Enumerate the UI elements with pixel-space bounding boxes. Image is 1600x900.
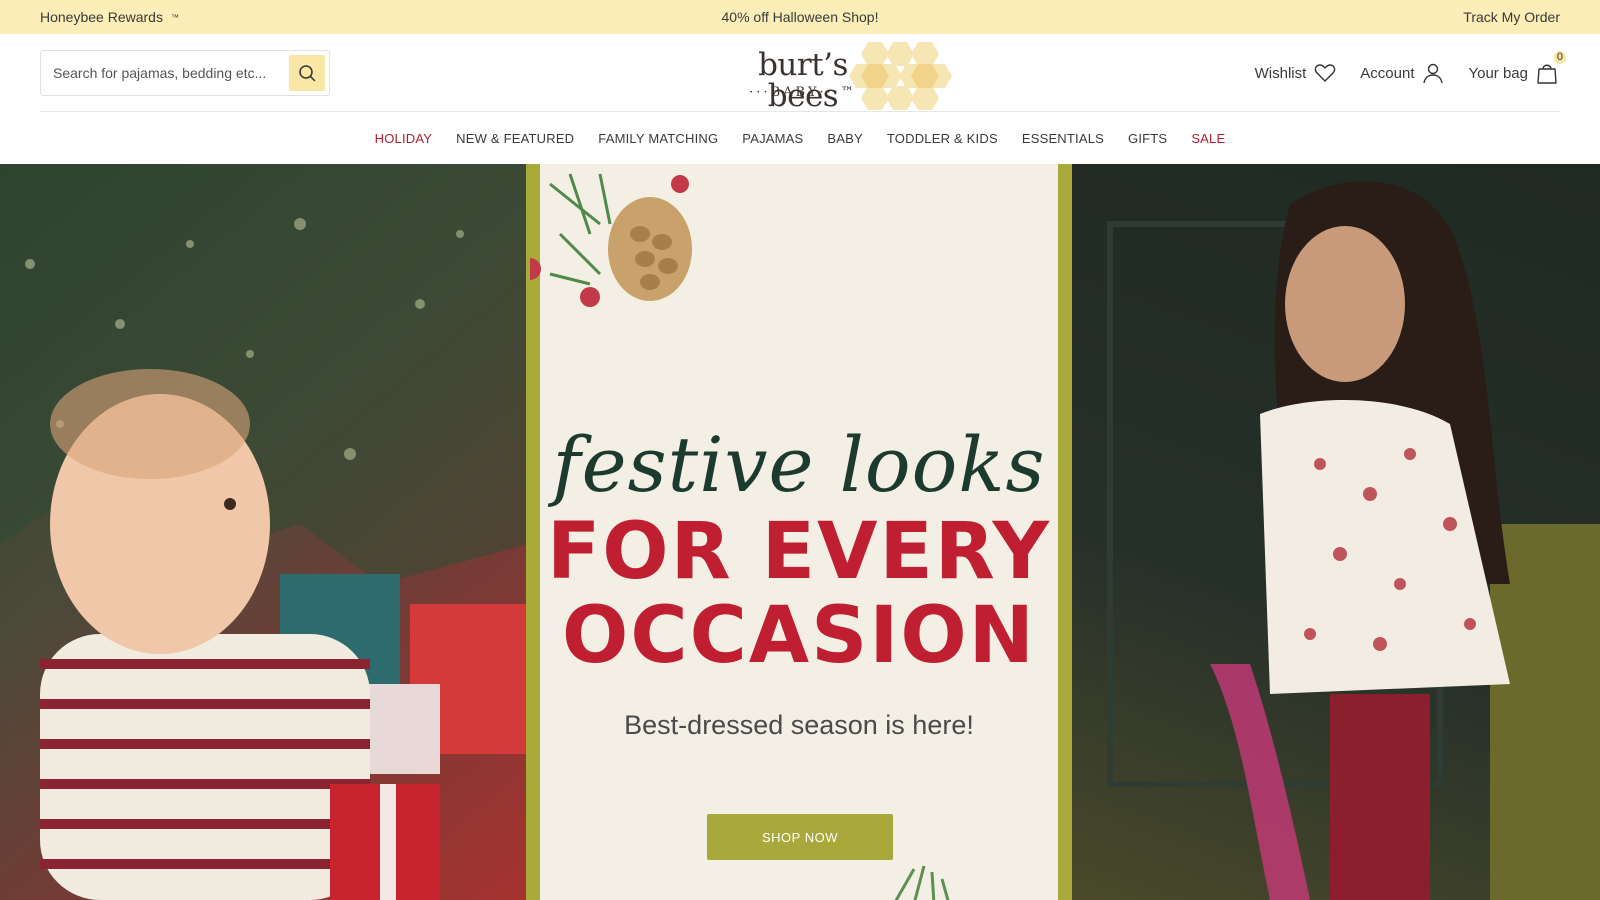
track-order-link[interactable]: Track My Order	[1463, 9, 1560, 25]
rewards-tm: ™	[170, 12, 179, 22]
heart-icon	[1315, 64, 1336, 82]
promo-bar: Honeybee Rewards ™ 40% off Halloween Shop…	[0, 0, 1600, 34]
logo-wordmark: burt’s bees	[758, 47, 848, 114]
hero-banner[interactable]: festive looks FOR EVERY OCCASION Best-dr…	[0, 164, 1600, 900]
hero-script-headline: festive looks	[552, 420, 1046, 509]
wishlist-label: Wishlist	[1254, 64, 1307, 82]
account-link[interactable]: Account	[1360, 62, 1444, 84]
promo-center: 40% off Halloween Shop!	[0, 9, 1600, 25]
bag-icon-wrap: 0	[1536, 51, 1566, 85]
hero-headline: FOR EVERY OCCASION	[540, 510, 1058, 678]
nav-sale[interactable]: SALE	[1191, 131, 1225, 146]
nav-holiday[interactable]: HOLIDAY	[375, 131, 433, 146]
bag-link[interactable]: Your bag 0	[1468, 51, 1566, 85]
hero-headline-line2: OCCASION	[562, 591, 1036, 681]
hero-tagline: Best-dressed season is here!	[624, 710, 974, 740]
hero-photo-girl	[1070, 164, 1600, 900]
search-button[interactable]	[289, 55, 325, 91]
nav-pajamas[interactable]: PAJAMAS	[742, 131, 803, 146]
wishlist-link[interactable]: Wishlist	[1255, 63, 1337, 83]
leaf-decoration	[894, 865, 950, 900]
nav-new-featured[interactable]: NEW & FEATURED	[456, 131, 574, 146]
header-actions: Wishlist Account Your bag 0	[1255, 51, 1566, 88]
header-inner: burt’s bees ···BABY···™ Wishlist Account…	[40, 34, 1566, 112]
shopping-bag-icon	[1537, 64, 1557, 84]
user-icon	[1423, 63, 1444, 84]
nav-family-matching[interactable]: FAMILY MATCHING	[598, 131, 718, 146]
nav-essentials[interactable]: ESSENTIALS	[1022, 131, 1104, 146]
brand-logo[interactable]: burt’s bees ···BABY···™	[728, 40, 952, 112]
nav-baby[interactable]: BABY	[827, 131, 862, 146]
search-box	[40, 50, 330, 96]
nav-gifts[interactable]: GIFTS	[1128, 131, 1167, 146]
bag-count-badge: 0	[1553, 51, 1566, 64]
hero-photo-baby	[0, 164, 528, 900]
baby-photo-illustration	[0, 164, 528, 900]
hero-headline-line1: FOR EVERY	[546, 507, 1051, 597]
bag-label: Your bag	[1468, 64, 1528, 82]
search-input[interactable]	[41, 51, 285, 95]
nav-toddler-kids[interactable]: TODDLER & KIDS	[887, 131, 998, 146]
logo-subtitle: ···BABY···™	[749, 85, 857, 100]
shop-now-button[interactable]: SHOP NOW	[707, 814, 893, 860]
main-nav: HOLIDAY NEW & FEATURED FAMILY MATCHING P…	[0, 112, 1600, 164]
search-icon	[299, 65, 316, 82]
halloween-promo-link[interactable]: 40% off Halloween Shop!	[722, 9, 879, 25]
girl-photo-illustration	[1107, 181, 1600, 900]
account-label: Account	[1360, 64, 1415, 82]
rewards-label: Honeybee Rewards	[40, 9, 163, 25]
pinecone-decoration	[530, 173, 692, 307]
site-header: burt’s bees ···BABY···™ Wishlist Account…	[0, 34, 1600, 112]
honeybee-rewards-link[interactable]: Honeybee Rewards ™	[40, 9, 179, 25]
